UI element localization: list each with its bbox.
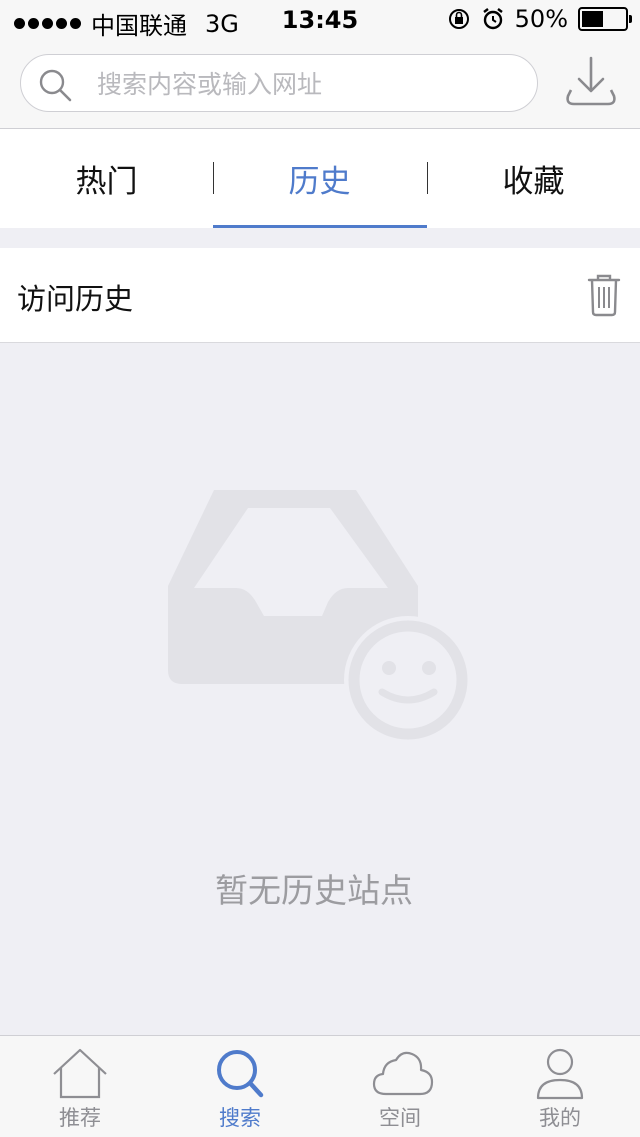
tab-favorites-label: 收藏 bbox=[502, 164, 565, 200]
empty-state-message: 暂无历史站点 bbox=[215, 871, 413, 910]
rotation-lock-icon bbox=[448, 9, 469, 29]
tab-history[interactable]: 历史 bbox=[213, 129, 427, 228]
tab-history-label: 历史 bbox=[288, 164, 351, 200]
battery-percent: 50% bbox=[514, 5, 568, 33]
search-icon bbox=[39, 69, 72, 102]
section-title: 访问历史 bbox=[17, 282, 134, 316]
bottom-tab-bar: 推荐 搜索 空间 我的 bbox=[0, 1035, 640, 1137]
tab-hot[interactable]: 热门 bbox=[0, 129, 213, 228]
tab-hot-label: 热门 bbox=[75, 164, 138, 200]
tab-favorites[interactable]: 收藏 bbox=[427, 129, 640, 228]
tabbar-item-mine[interactable]: 我的 bbox=[480, 1036, 640, 1137]
tabbar-item-space[interactable]: 空间 bbox=[320, 1036, 480, 1137]
download-icon[interactable] bbox=[562, 54, 620, 112]
top-bar bbox=[0, 40, 640, 129]
trash-icon[interactable] bbox=[586, 272, 622, 318]
tabbar-label: 空间 bbox=[379, 1106, 421, 1130]
tabbar-label: 推荐 bbox=[59, 1106, 101, 1130]
history-section-header: 访问历史 bbox=[0, 248, 640, 343]
home-icon bbox=[53, 1048, 107, 1099]
alarm-icon bbox=[482, 8, 503, 30]
search-input[interactable] bbox=[95, 63, 519, 105]
empty-inbox-illustration bbox=[168, 490, 472, 742]
tabbar-item-recommend[interactable]: 推荐 bbox=[0, 1036, 160, 1137]
cloud-icon bbox=[372, 1051, 434, 1096]
tab-switcher: 热门 历史 收藏 bbox=[0, 129, 640, 228]
person-icon bbox=[536, 1048, 584, 1100]
tabbar-label: 我的 bbox=[539, 1106, 581, 1130]
status-bar: 中国联通 3G 13:45 50% bbox=[0, 0, 640, 40]
battery-icon bbox=[578, 7, 632, 31]
search-box[interactable] bbox=[20, 54, 538, 112]
search-icon bbox=[217, 1050, 264, 1098]
tabbar-item-search[interactable]: 搜索 bbox=[160, 1036, 320, 1137]
tabbar-label: 搜索 bbox=[219, 1106, 261, 1130]
